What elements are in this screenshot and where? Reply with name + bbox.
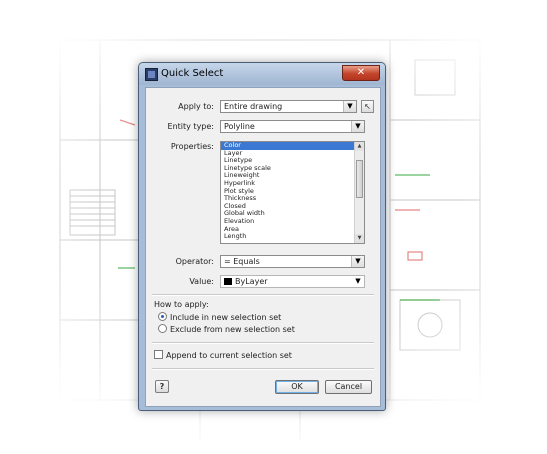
close-button[interactable]: ✕ xyxy=(342,65,380,81)
scroll-down-icon[interactable]: ▼ xyxy=(355,234,364,243)
chevron-down-icon: ▼ xyxy=(351,256,364,267)
divider xyxy=(152,368,374,370)
operator-label: Operator: xyxy=(175,257,214,266)
application-icon xyxy=(145,68,158,81)
scroll-up-icon[interactable]: ▲ xyxy=(355,142,364,151)
value-label: Value: xyxy=(189,277,214,286)
operator-dropdown[interactable]: = Equals ▼ xyxy=(220,255,365,268)
apply-to-label: Apply to: xyxy=(178,102,214,111)
divider xyxy=(152,294,374,296)
append-checkbox-option[interactable]: Append to current selection set xyxy=(154,350,292,360)
include-radio[interactable] xyxy=(158,312,167,321)
value-text: ByLayer xyxy=(235,277,268,286)
property-list-item[interactable]: Elevation xyxy=(221,217,364,226)
properties-scrollbar[interactable]: ▲ ▼ xyxy=(354,142,364,243)
divider xyxy=(152,342,374,344)
properties-items: Color Layer Linetype Linetype scale Lineweig… xyxy=(221,142,364,241)
how-to-apply-label: How to apply: xyxy=(154,300,209,309)
append-checkbox[interactable] xyxy=(154,350,163,359)
help-button[interactable]: ? xyxy=(155,380,169,393)
apply-to-dropdown[interactable]: Entire drawing ▼ xyxy=(220,100,357,113)
append-label: Append to current selection set xyxy=(166,351,292,360)
dialog-title-bar[interactable]: Quick Select ✕ xyxy=(139,63,385,85)
dialog-body: Apply to: Entire drawing ▼ ↖ Entity type… xyxy=(145,87,381,407)
chevron-down-icon: ▼ xyxy=(343,101,356,112)
chevron-down-icon: ▼ xyxy=(351,121,364,132)
properties-label: Properties: xyxy=(170,142,214,151)
operator-value: = Equals xyxy=(224,257,260,266)
help-icon: ? xyxy=(159,382,165,391)
include-radio-option[interactable]: Include in new selection set xyxy=(158,312,281,322)
select-objects-button[interactable]: ↖ xyxy=(361,100,374,113)
cancel-button[interactable]: Cancel xyxy=(325,380,372,394)
dialog-title: Quick Select xyxy=(161,68,224,79)
include-label: Include in new selection set xyxy=(170,313,282,322)
exclude-label: Exclude from new selection set xyxy=(170,325,295,334)
color-swatch xyxy=(224,278,232,285)
entity-type-dropdown[interactable]: Polyline ▼ xyxy=(220,120,365,133)
property-list-item[interactable]: Color xyxy=(221,142,364,150)
chevron-down-icon: ▼ xyxy=(355,277,361,285)
property-list-item[interactable]: Length xyxy=(221,233,364,241)
entity-type-label: Entity type: xyxy=(167,122,214,131)
ok-button[interactable]: OK xyxy=(275,380,319,394)
quick-select-dialog: Quick Select ✕ Apply to: Entire drawing … xyxy=(138,62,386,411)
value-dropdown[interactable]: ByLayer ▼ xyxy=(220,275,365,288)
exclude-radio[interactable] xyxy=(158,324,167,333)
exclude-radio-option[interactable]: Exclude from new selection set xyxy=(158,324,295,334)
apply-to-value: Entire drawing xyxy=(224,102,283,111)
entity-type-value: Polyline xyxy=(224,122,255,131)
scroll-thumb[interactable] xyxy=(356,160,363,198)
select-objects-icon: ↖ xyxy=(364,102,371,111)
properties-listbox[interactable]: Color Layer Linetype Linetype scale Lineweig… xyxy=(220,141,365,244)
